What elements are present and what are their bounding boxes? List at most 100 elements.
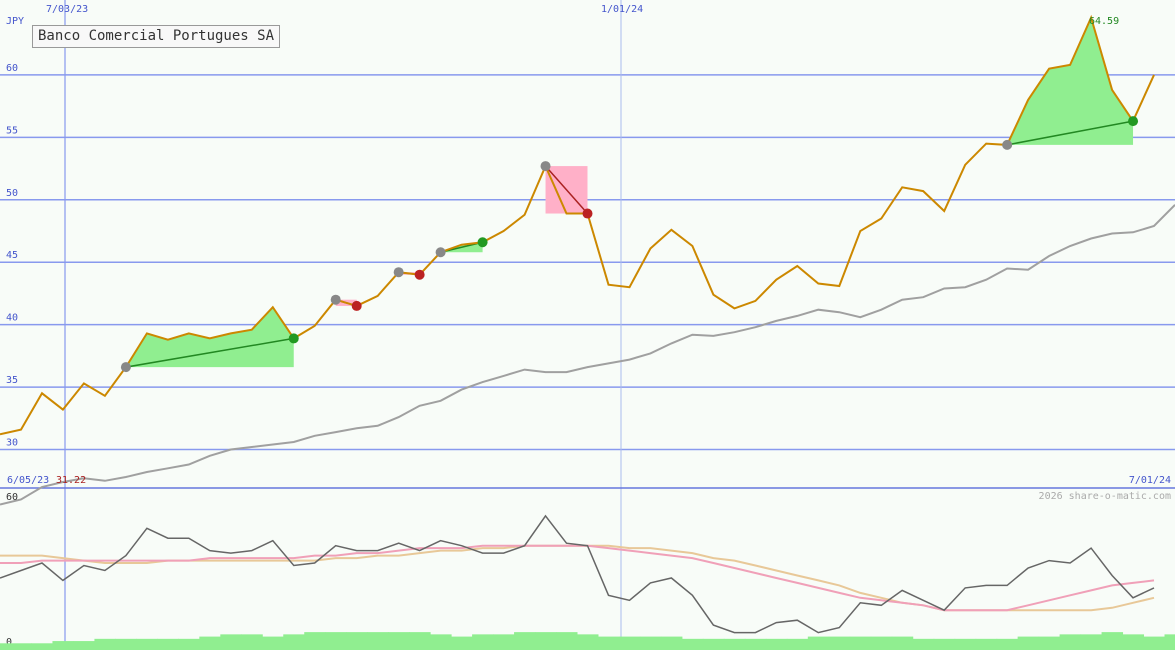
volume-bar-40: [807, 636, 830, 650]
volume-bar-19: [367, 632, 389, 650]
volume-bar-45: [912, 638, 935, 650]
indicator-tick-label-60: 60: [6, 492, 18, 503]
volume-bar-6: [94, 638, 116, 650]
y-tick-label-35: 35: [6, 375, 18, 386]
indicator-grid: 060: [6, 492, 18, 648]
y-tick-label-45: 45: [6, 250, 18, 261]
volume-bar-27: [535, 632, 557, 650]
start-price-label: 31.22: [56, 475, 86, 486]
y-tick-label-30: 30: [6, 438, 18, 449]
trade-exit-marker-4: [477, 237, 488, 248]
volume-bar-30: [597, 636, 620, 650]
y-tick-label-60: 60: [6, 63, 18, 74]
volume-bar-9: [157, 638, 179, 650]
volume-bar-3: [31, 643, 53, 650]
date-label-jul-2023: 7/03/23: [46, 4, 88, 15]
volume-bars: [0, 632, 1175, 650]
y-tick-label-55: 55: [6, 125, 18, 136]
volume-bar-12: [220, 634, 242, 650]
price-line: [0, 14, 1155, 436]
trade-entry-marker-4: [435, 247, 446, 258]
volume-bar-48: [975, 638, 998, 650]
volume-bar-35: [702, 638, 725, 650]
volume-bar-7: [115, 638, 137, 650]
volume-bar-28: [556, 632, 578, 650]
volume-bar-54: [1101, 632, 1124, 650]
end-date-label: 7/01/24: [1129, 475, 1171, 486]
volume-bar-49: [996, 638, 1019, 650]
volume-bar-21: [409, 632, 431, 650]
start-date-label: 6/05/23: [7, 475, 49, 486]
volume-bar-8: [136, 638, 158, 650]
moving-average-2-line: [0, 544, 1155, 612]
volume-bar-53: [1080, 634, 1103, 650]
trade-exit-marker-6: [1128, 116, 1139, 127]
volume-bar-17: [325, 632, 347, 650]
date-label-jan-2024: 1/01/24: [601, 4, 643, 15]
currency-label: JPY: [6, 16, 24, 27]
volume-bar-39: [786, 638, 809, 650]
chart-title: Banco Comercial Portugues SA: [32, 25, 281, 48]
volume-bar-25: [493, 634, 515, 650]
volume-bar-29: [577, 634, 599, 650]
volume-bar-37: [744, 638, 767, 650]
volume-bar-2: [10, 643, 32, 650]
trade-entry-marker-1: [120, 362, 131, 373]
volume-bar-47: [954, 638, 977, 650]
oscillator-line: [0, 514, 1155, 634]
trade-exit-marker-2: [351, 300, 362, 311]
volume-bar-15: [283, 634, 305, 650]
volume-bar-16: [304, 632, 326, 650]
volume-bar-22: [430, 634, 452, 650]
volume-bar-55: [1122, 634, 1145, 650]
volume-bar-56: [1143, 636, 1166, 650]
volume-bar-42: [849, 636, 872, 650]
price-grid: 30 35 40 45 50 55 60: [0, 0, 1175, 645]
y-tick-label-40: 40: [6, 313, 18, 324]
volume-bar-52: [1059, 634, 1082, 650]
volume-bar-43: [870, 636, 893, 650]
volume-bar-13: [241, 634, 263, 650]
indicator-panel: 060 2026 share-o-matic.com: [0, 491, 1175, 650]
price-panel: 30 35 40 45 50 55 60 JPY 7/03/23 1/01/24 64.59…: [0, 0, 1175, 645]
volume-bar-26: [514, 632, 536, 650]
volume-bar-44: [891, 636, 914, 650]
trade-exit-marker-1: [288, 333, 299, 344]
volume-bar-36: [723, 638, 746, 650]
trade-entry-marker-6: [1002, 139, 1013, 150]
price-layer: [0, 14, 1155, 436]
y-tick-label-50: 50: [6, 188, 18, 199]
trade-gain-area-1: [125, 307, 294, 368]
volume-bar-46: [933, 638, 956, 650]
trade-gain-area-6: [1007, 17, 1134, 145]
volume-bar-50: [1017, 636, 1040, 650]
volume-bar-38: [765, 638, 788, 650]
volume-bar-23: [451, 636, 473, 650]
volume-bar-4: [52, 641, 74, 650]
volume-bar-11: [199, 636, 221, 650]
volume-bar-34: [681, 638, 704, 650]
volume-bar-10: [178, 638, 200, 650]
trade-entry-marker-2: [330, 294, 341, 305]
copyright-label: 2026 share-o-matic.com: [1039, 491, 1171, 502]
trade-exit-marker-5: [582, 208, 593, 219]
volume-bar-5: [73, 641, 95, 650]
volume-bar-20: [388, 632, 410, 650]
volume-bar-51: [1038, 636, 1061, 650]
peak-price-label: 64.59: [1089, 16, 1119, 27]
volume-bar-31: [618, 636, 641, 650]
trade-exit-marker-3: [414, 269, 425, 280]
volume-bar-14: [262, 636, 284, 650]
volume-bar-24: [472, 634, 494, 650]
moving-average-1-line: [0, 544, 1155, 612]
volume-bar-18: [346, 632, 368, 650]
volume-bar-32: [639, 636, 662, 650]
volume-bar-41: [828, 636, 851, 650]
volume-bar-33: [660, 636, 683, 650]
volume-bar-57: [1164, 634, 1175, 650]
volume-bar-1: [0, 643, 11, 650]
trade-entry-marker-5: [540, 161, 551, 172]
stock-chart: 30 35 40 45 50 55 60 JPY 7/03/23 1/01/24 64.59…: [0, 0, 1175, 650]
trade-entry-marker-3: [393, 267, 404, 278]
indicator-lines: [0, 514, 1155, 634]
